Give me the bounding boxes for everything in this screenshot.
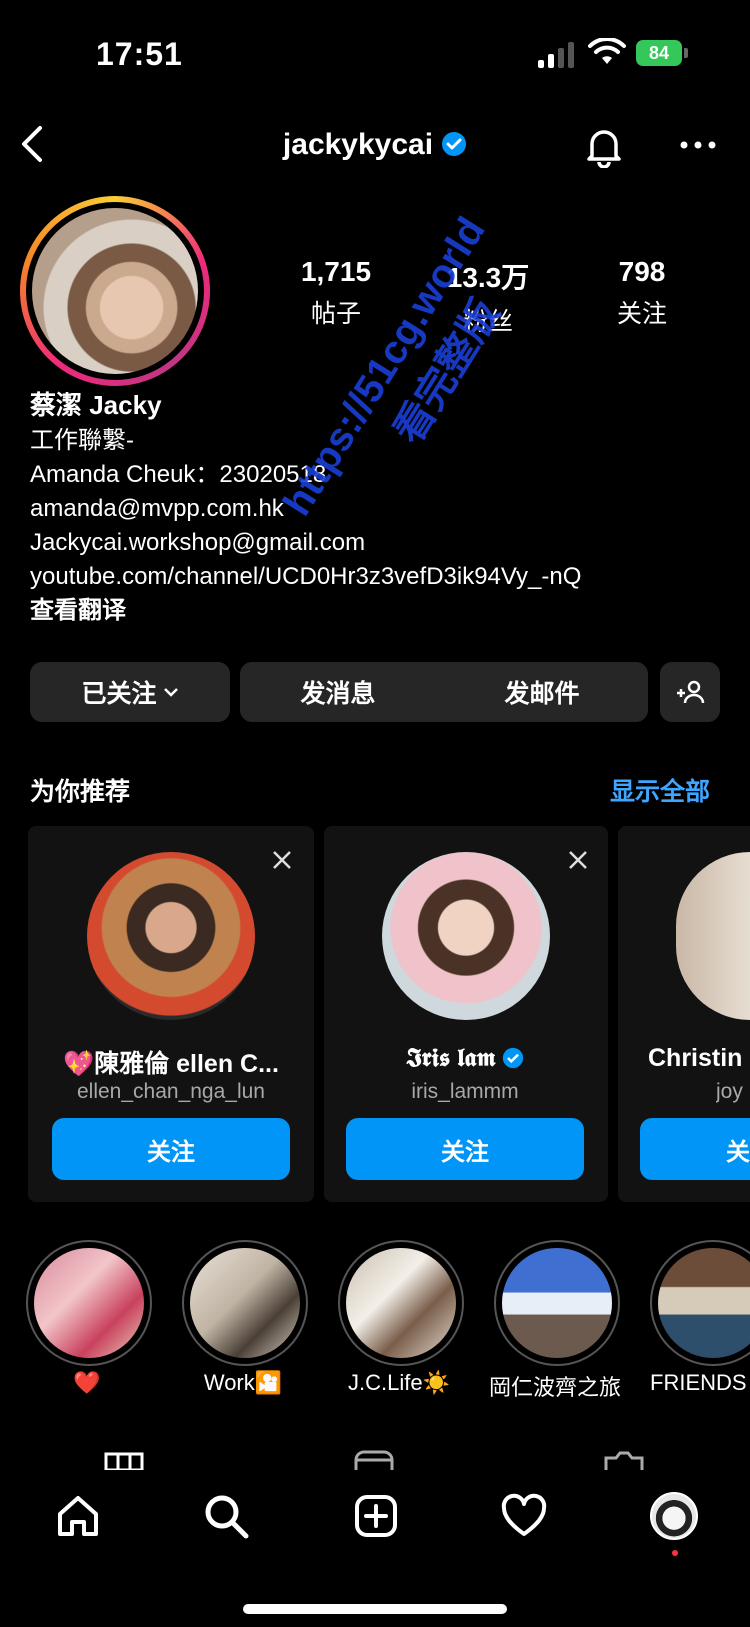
suggestion-handle: ellen_chan_nga_lun xyxy=(76,1080,265,1103)
see-translation-link[interactable]: 查看翻译 xyxy=(30,594,730,628)
create-post-icon[interactable] xyxy=(352,1492,400,1540)
email-button-label: 发邮件 xyxy=(504,680,580,708)
suggestion-handle: iris_lammm xyxy=(411,1080,519,1103)
highlight-cover[interactable] xyxy=(502,1248,612,1358)
verified-badge-icon xyxy=(442,132,467,156)
message-button-label: 发消息 xyxy=(300,680,376,708)
wifi-icon xyxy=(588,38,626,64)
follow-button[interactable]: 关注 xyxy=(346,1118,584,1180)
following-button-label: 已关注 xyxy=(81,680,157,708)
highlight-label: 岡仁波齊之旅 xyxy=(488,1375,621,1400)
suggestions-title: 为你推荐 xyxy=(30,778,131,806)
notification-bell-icon[interactable] xyxy=(584,124,624,168)
more-options-icon[interactable] xyxy=(680,140,716,150)
follow-button[interactable]: 关 xyxy=(640,1118,750,1180)
highlight-cover[interactable] xyxy=(346,1248,456,1358)
stat-following-value: 798 xyxy=(618,256,666,287)
follow-button[interactable]: 关注 xyxy=(52,1118,290,1180)
suggestion-avatar[interactable] xyxy=(87,852,255,1020)
following-button[interactable]: 已关注 xyxy=(30,662,230,722)
heart-icon[interactable] xyxy=(500,1492,548,1540)
highlight-label: Work🎦 xyxy=(203,1370,283,1395)
grid-tab-icon[interactable] xyxy=(104,1450,144,1470)
see-all-link[interactable]: 显示全部 xyxy=(610,772,710,808)
profile-username: jackykycai xyxy=(0,128,750,162)
profile-tab-avatar[interactable] xyxy=(650,1492,698,1540)
highlight-label: J.C.Life☀️ xyxy=(348,1370,450,1395)
notification-dot xyxy=(672,1550,678,1556)
bio-website-link[interactable]: youtube.com/channel/UCD0Hr3z3vefD3ik94Vy… xyxy=(30,560,730,594)
status-time: 17:51 xyxy=(96,36,183,72)
close-icon[interactable] xyxy=(566,848,590,872)
highlight-cover[interactable] xyxy=(190,1248,300,1358)
verified-badge-icon xyxy=(502,1047,523,1069)
suggestion-name: Christin xyxy=(648,1044,743,1072)
email-button[interactable]: 发邮件 xyxy=(436,662,648,722)
cellular-signal-icon xyxy=(538,40,576,68)
stat-following-label: 关注 xyxy=(616,300,667,328)
home-icon[interactable] xyxy=(54,1492,102,1540)
battery-indicator: 84 xyxy=(636,40,682,66)
stat-following[interactable]: 798 关注 xyxy=(572,256,712,330)
tagged-tab-icon[interactable] xyxy=(604,1450,644,1470)
search-icon[interactable] xyxy=(202,1492,250,1540)
suggested-people-button[interactable] xyxy=(660,662,720,722)
suggestion-avatar[interactable] xyxy=(382,852,550,1020)
close-icon[interactable] xyxy=(270,848,294,872)
suggestion-handle: joy xyxy=(716,1080,743,1103)
battery-cap xyxy=(684,48,688,58)
home-indicator[interactable] xyxy=(243,1604,507,1614)
highlight-label: ❤️ xyxy=(73,1370,101,1395)
chevron-down-icon xyxy=(163,688,178,697)
stat-posts[interactable]: 1,715 帖子 xyxy=(266,256,406,330)
suggestion-name: 𝕴𝖗𝖎𝖘 𝖑𝖆𝖒 xyxy=(320,1044,610,1073)
highlight-label: FRIENDS xyxy=(650,1370,747,1395)
add-person-icon xyxy=(677,680,705,704)
reels-tab-icon[interactable] xyxy=(354,1450,394,1470)
message-button[interactable]: 发消息 xyxy=(240,662,436,722)
stat-posts-value: 1,715 xyxy=(300,256,372,287)
profile-avatar[interactable] xyxy=(32,208,198,374)
suggestion-name: 💖陳雅倫 ellen C... xyxy=(63,1050,279,1078)
highlight-cover[interactable] xyxy=(34,1248,144,1358)
bio-email-link[interactable]: Jackycai.workshop@gmail.com xyxy=(30,526,730,560)
